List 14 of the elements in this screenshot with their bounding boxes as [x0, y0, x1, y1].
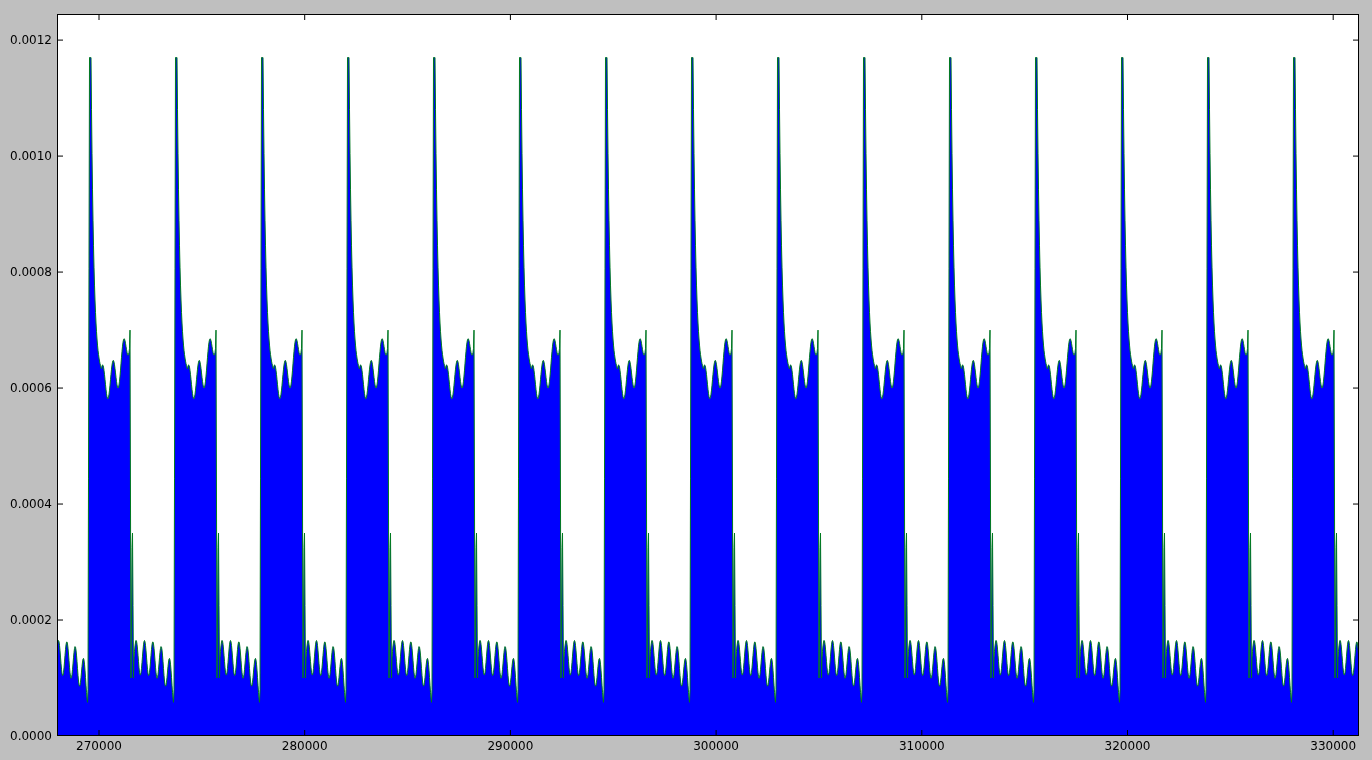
x-tick-label: 310000 — [898, 739, 945, 753]
y-tick-label: 0.0004 — [10, 497, 52, 512]
y-tick-label: 0.0002 — [10, 613, 52, 627]
y-tick-label: 0.0000 — [10, 729, 52, 743]
x-tick-label: 300000 — [693, 739, 739, 753]
y-tick-label: 0.0006 — [10, 381, 52, 396]
x-tick-label: 270000 — [76, 739, 122, 753]
x-tick-label: 330000 — [1310, 739, 1357, 753]
y-tick-label: 0.0008 — [10, 265, 52, 280]
x-tick-label: 280000 — [281, 739, 328, 753]
y-tick-label: 0.0012 — [10, 33, 52, 48]
x-tick-label: 320000 — [1104, 739, 1151, 753]
y-tick-label: 0.0010 — [10, 149, 52, 164]
x-tick-label: 290000 — [487, 739, 534, 753]
